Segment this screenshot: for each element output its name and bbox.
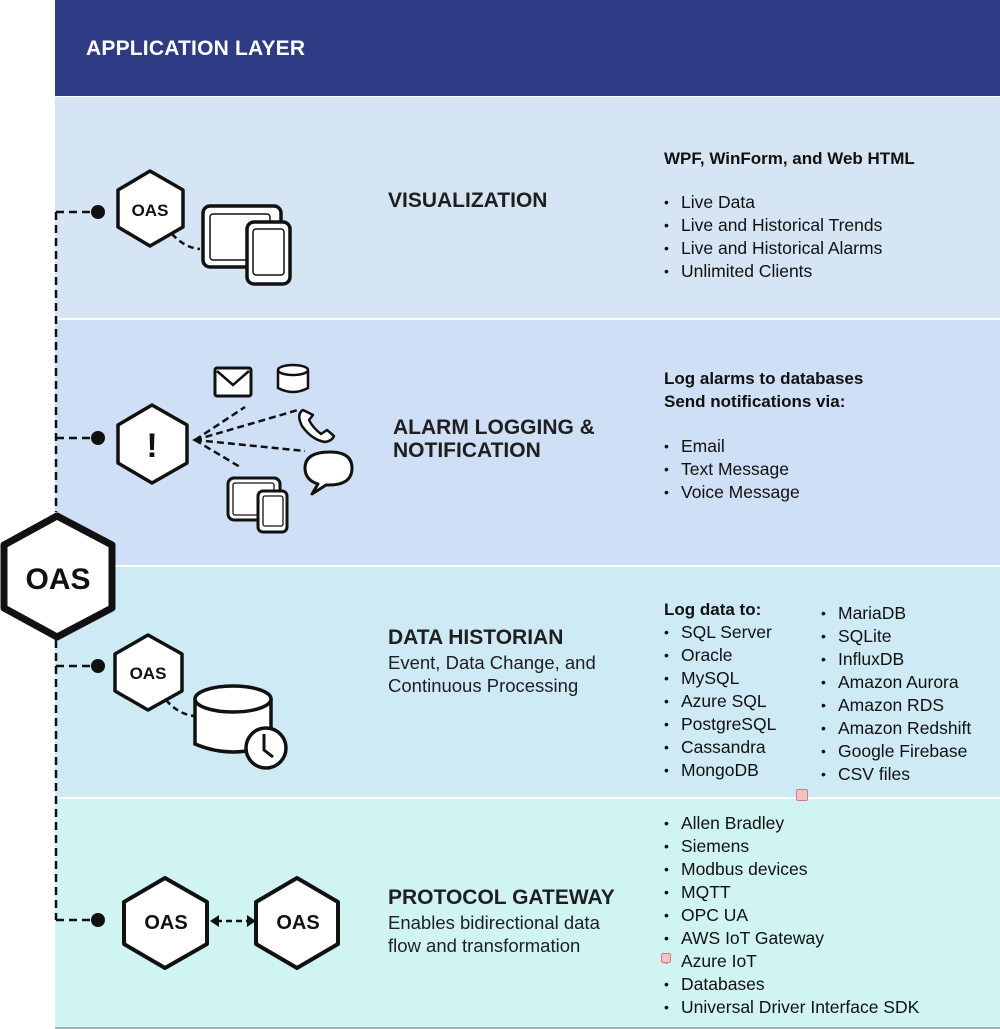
list-item: SQL Server [664,621,776,644]
notification-methods-list: Email Text Message Voice Message [664,435,800,504]
gateway-subtitle-line1: Enables bidirectional data [388,912,600,933]
list-item: Live Data [664,191,882,214]
alarm-heading-line1: Log alarms to databases [664,369,864,388]
list-item: Google Firebase [821,740,971,763]
list-item: Voice Message [664,481,800,504]
connector-dot-historian [91,659,105,673]
alarm-title-line1: ALARM LOGGING & [393,416,595,439]
list-item: Azure SQL [664,690,776,713]
email-icon [213,366,253,398]
chat-bubble-icon [303,450,354,496]
hub-label: OAS [25,563,90,596]
list-item: Modbus devices [664,858,919,881]
list-item: SQLite [821,625,971,648]
list-item: Cassandra [664,736,776,759]
list-item: InfluxDB [821,648,971,671]
list-item: Text Message [664,458,800,481]
list-item: MQTT [664,881,919,904]
historian-databases-list-col2: MariaDB SQLite InfluxDB Amazon Aurora Am… [821,602,971,786]
list-item: AWS IoT Gateway [664,927,919,950]
historian-subtitle-line1: Event, Data Change, and [388,652,596,673]
list-item: Amazon Aurora [821,671,971,694]
historian-link [165,699,195,718]
list-item: MySQL [664,667,776,690]
list-item: OPC UA [664,904,919,927]
list-item: Amazon RDS [821,694,971,717]
list-item: MongoDB [664,759,776,782]
visualization-link [171,233,201,251]
svg-text:!: ! [146,427,157,465]
connector-dot-alarm [91,431,105,445]
alarm-devices-icon [226,476,289,534]
svg-text:OAS: OAS [144,912,187,934]
historian-list-heading: Log data to: [664,600,762,619]
alarm-heading-line2: Send notifications via: [664,392,846,411]
historian-databases-list-col1: SQL Server Oracle MySQL Azure SQL Postgr… [664,621,776,782]
historian-subtitle: Event, Data Change, and Continuous Proce… [388,651,596,697]
gateway-right-oas-hexagon: OAS [254,876,340,970]
list-item: CSV files [821,763,971,786]
visualization-feature-list: Live Data Live and Historical Trends Liv… [664,191,882,283]
fan-arrow-icon [192,436,200,444]
broken-image-marker-icon [661,953,671,963]
list-item: Databases [664,973,919,996]
database-icon [276,363,310,394]
alarm-hexagon: ! [116,403,189,485]
svg-text:OAS: OAS [276,912,319,934]
historian-oas-hexagon: OAS [113,633,184,712]
list-item: PostgreSQL [664,713,776,736]
phone-icon [298,408,336,444]
list-item: Siemens [664,835,919,858]
gateway-title: PROTOCOL GATEWAY [388,886,615,909]
list-item: Amazon Redshift [821,717,971,740]
gateway-subtitle-line2: flow and transformation [388,935,581,956]
list-item: Unlimited Clients [664,260,882,283]
alarm-title-line2: NOTIFICATION [393,439,541,462]
alarm-title: ALARM LOGGING & NOTIFICATION [393,416,595,462]
clock-icon [244,726,288,770]
historian-subtitle-line2: Continuous Processing [388,675,579,696]
oas-hub-hexagon: OAS [0,512,116,641]
visualization-list-heading: WPF, WinForm, and Web HTML [664,149,915,168]
list-item: Email [664,435,800,458]
list-item: Allen Bradley [664,812,919,835]
list-item: Oracle [664,644,776,667]
historian-title: DATA HISTORIAN [388,626,564,649]
alarm-list-heading: Log alarms to databases Send notificatio… [664,367,863,413]
list-item: Azure IoT [664,950,919,973]
gateway-left-oas-hexagon: OAS [122,876,209,970]
list-item: Universal Driver Interface SDK [664,996,919,1019]
visualization-title: VISUALIZATION [388,189,548,212]
notification-fan-lines [194,405,306,469]
gateway-subtitle: Enables bidirectional data flow and tran… [388,911,600,957]
list-item: MariaDB [821,602,971,625]
bidirectional-arrow-icon [210,915,256,927]
list-item: Live and Historical Alarms [664,237,882,260]
broken-image-marker-icon [796,789,808,801]
connector-dot-gateway [91,913,105,927]
svg-text:OAS: OAS [130,664,167,683]
list-item: Live and Historical Trends [664,214,882,237]
gateway-protocols-list: Allen Bradley Siemens Modbus devices MQT… [664,812,919,1019]
connector-dot-visualization [91,205,105,219]
svg-text:OAS: OAS [132,201,169,220]
devices-icon [201,204,292,286]
